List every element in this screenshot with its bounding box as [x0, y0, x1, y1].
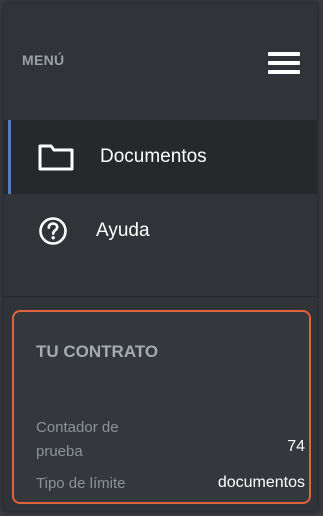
counter-value: 74: [287, 438, 305, 455]
help-circle-icon: [39, 217, 67, 245]
sidebar-item-ayuda[interactable]: Ayuda: [4, 194, 317, 268]
sidebar-item-label: Ayuda: [96, 220, 150, 241]
hamburger-icon[interactable]: [268, 50, 302, 76]
sidebar-panel: MENÚ Documentos Ayuda TU CONTRATO Contad…: [4, 4, 317, 511]
counter-label: Contador de prueba: [36, 419, 119, 460]
folder-icon: [38, 144, 74, 171]
contract-card: TU CONTRATO Contador de prueba 74 Tipo d…: [12, 310, 311, 504]
contract-title: TU CONTRATO: [36, 342, 159, 361]
menu-title: MENÚ: [22, 52, 65, 68]
divider: [4, 296, 317, 297]
limit-type-value: documentos: [217, 474, 305, 491]
sidebar-item-label: Documentos: [100, 146, 207, 167]
sidebar-nav: Documentos Ayuda: [4, 120, 317, 268]
limit-type-label: Tipo de límite: [36, 475, 126, 492]
sidebar-item-documentos[interactable]: Documentos: [4, 120, 317, 194]
menu-header: MENÚ: [4, 4, 317, 116]
